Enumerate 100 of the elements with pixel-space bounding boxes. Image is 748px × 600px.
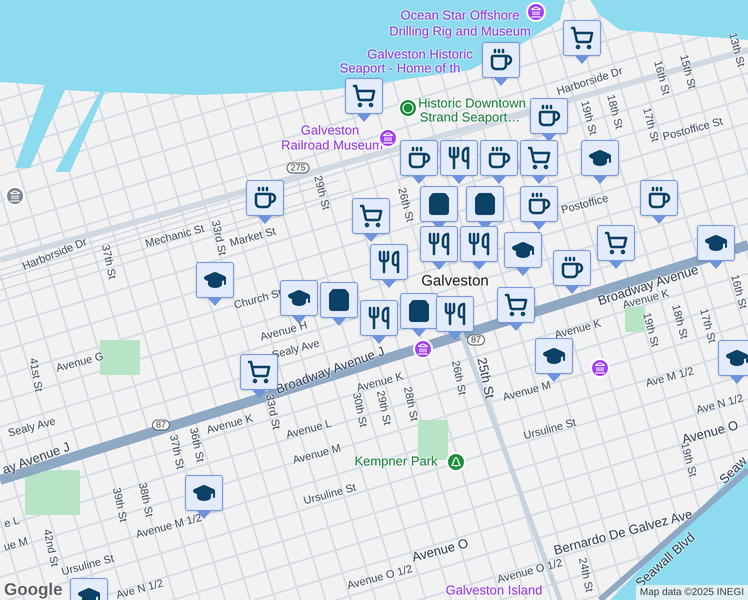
- map-marker[interactable]: [440, 140, 478, 184]
- street-label: 38th St: [136, 482, 154, 518]
- shopping-cart-icon: [570, 26, 594, 50]
- coffee-cup-icon: [487, 146, 511, 170]
- coffee-cup-icon: [527, 192, 551, 216]
- place-label: Galveston Historic: [367, 48, 473, 60]
- columned-building-icon: [9, 190, 21, 202]
- map-marker[interactable]: [345, 78, 383, 122]
- coffee-cup-icon: [407, 146, 431, 170]
- fork-knife-icon: [467, 232, 491, 256]
- fork-knife-icon: [377, 250, 401, 274]
- street-label: Ursuline St: [522, 418, 578, 442]
- street-label: 18th St: [669, 304, 689, 340]
- shopping-cart-icon: [527, 146, 551, 170]
- map-marker[interactable]: [563, 20, 601, 64]
- street-label: Mechanic St: [144, 224, 206, 250]
- map-marker[interactable]: [420, 226, 458, 270]
- fork-knife-icon: [443, 302, 467, 326]
- street-label: Avenue L: [285, 418, 333, 442]
- street-label: 30th St: [350, 392, 368, 428]
- street-label: 18th St: [604, 94, 624, 130]
- map-marker[interactable]: [400, 293, 438, 337]
- street-label: Avenue G: [55, 351, 105, 375]
- street-label: Ave N 1/2: [695, 393, 745, 417]
- map-marker[interactable]: [196, 262, 234, 306]
- map-marker[interactable]: [360, 300, 398, 344]
- street-label: 33rd St: [208, 220, 228, 256]
- map-marker[interactable]: [718, 340, 748, 384]
- map-attribution: Map data ©2025 INEGI: [636, 585, 748, 600]
- shopping-cart-icon: [247, 360, 271, 384]
- map-marker[interactable]: [246, 180, 284, 224]
- place-label: Kempner Park: [354, 454, 438, 468]
- columned-building-icon: [417, 343, 429, 355]
- coffee-cup-icon: [647, 186, 671, 210]
- street-label: 29th St: [374, 390, 392, 426]
- street-label: 13th St: [726, 32, 746, 68]
- street-label: Postoffice: [560, 193, 610, 217]
- street-label: e L: [3, 516, 21, 530]
- ring-icon: [402, 102, 414, 114]
- map-marker[interactable]: [482, 42, 520, 86]
- map-marker[interactable]: [504, 232, 542, 276]
- street-label: 19th St: [640, 312, 660, 348]
- tree-icon: [450, 456, 462, 468]
- shopping-cart-icon: [359, 204, 383, 228]
- google-logo: Google: [4, 581, 63, 598]
- street-label: Avenue K: [206, 414, 254, 436]
- fork-knife-icon: [367, 306, 391, 330]
- map-marker[interactable]: [460, 226, 498, 270]
- street-label: ay Avenue J: [0, 440, 72, 476]
- street-label: 37th St: [167, 434, 185, 470]
- map-marker[interactable]: [520, 140, 558, 184]
- street-label: 26th St: [449, 360, 467, 396]
- map-marker[interactable]: [697, 225, 735, 269]
- map-marker[interactable]: [597, 225, 635, 269]
- map-marker[interactable]: [370, 244, 408, 288]
- street-label: Avenue H: [259, 320, 309, 344]
- map-marker[interactable]: [520, 186, 558, 230]
- street-label: 26th St: [395, 186, 415, 224]
- street-label: Avenue O 1/2: [496, 558, 564, 586]
- map-marker[interactable]: [352, 198, 390, 242]
- street-label: 24th St: [576, 556, 594, 594]
- street-label: Ursuline St: [302, 482, 358, 508]
- columned-building-icon: [382, 132, 394, 144]
- street-label: Ave M 1/2: [644, 366, 696, 390]
- street-label: 39th St: [110, 486, 128, 524]
- park-area: [625, 307, 645, 332]
- columned-building-icon: [594, 362, 606, 374]
- street-label: 36th St: [187, 426, 205, 464]
- street-label: Sealy Ave: [7, 416, 57, 440]
- street-label: Ursuline St: [60, 554, 116, 578]
- place-label: Drilling Rig and Museum: [389, 24, 531, 38]
- coffee-cup-icon: [253, 186, 277, 210]
- street-label: 19th St: [678, 442, 698, 478]
- fork-knife-icon: [447, 146, 471, 170]
- street-label: Postoffice St: [662, 116, 724, 144]
- place-label: Historic Downtown: [418, 96, 526, 110]
- place-label: Ocean Star Offshore: [400, 8, 520, 22]
- place-label: Galveston: [421, 274, 489, 288]
- street-label: ue M: [2, 536, 30, 554]
- map-marker[interactable]: [640, 180, 678, 224]
- map-marker[interactable]: [530, 98, 568, 142]
- street-label: 16th St: [728, 274, 748, 310]
- map-marker[interactable]: [553, 250, 591, 294]
- street-label: 28th St: [401, 386, 419, 422]
- map-marker[interactable]: [400, 140, 438, 184]
- street-label: 16th St: [651, 60, 671, 96]
- street-label: 41st St: [26, 357, 44, 393]
- map-marker[interactable]: [581, 140, 619, 184]
- place-label: Railroad Museum: [281, 138, 383, 152]
- place-label: Seaport - Home of th: [340, 62, 460, 74]
- map-marker[interactable]: [497, 287, 535, 331]
- shopping-cart-icon: [352, 84, 376, 108]
- street-label: Avenue M: [502, 380, 552, 404]
- coffee-cup-icon: [537, 104, 561, 128]
- street-label: 17th St: [640, 106, 660, 144]
- street-label: 29th St: [311, 174, 331, 212]
- street-label: 33rd St: [262, 394, 282, 430]
- map-marker[interactable]: [480, 140, 518, 184]
- map-marker[interactable]: [320, 282, 358, 326]
- map-marker[interactable]: [535, 338, 573, 382]
